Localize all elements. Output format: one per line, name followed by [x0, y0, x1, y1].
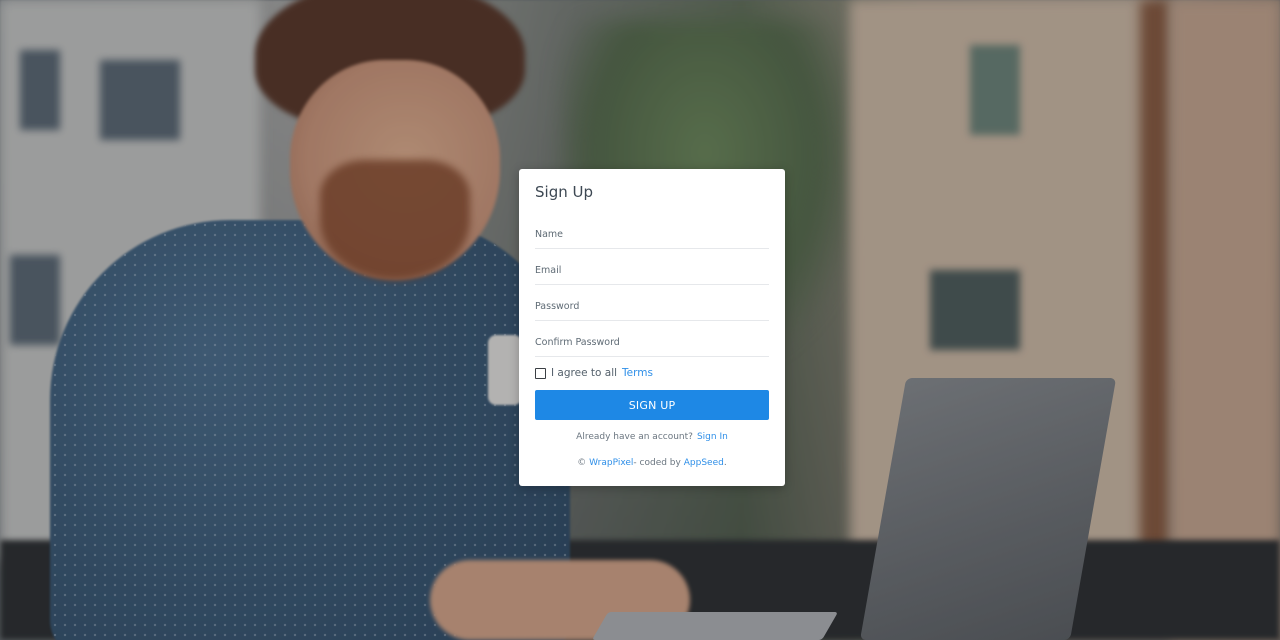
confirm-password-input[interactable] [535, 335, 769, 357]
terms-label: I agree to all [551, 367, 618, 379]
card-title: Sign Up [535, 183, 593, 201]
footer-credits: © WrapPixel- coded by AppSeed. [519, 458, 785, 468]
signin-link[interactable]: Sign In [697, 432, 728, 442]
footer-middle-text: - coded by [633, 458, 681, 468]
copyright-symbol: © [577, 458, 587, 468]
signup-card: Sign Up I agree to all Terms SIGN UP Alr… [519, 169, 785, 486]
terms-link[interactable]: Terms [622, 367, 653, 379]
email-input[interactable] [535, 263, 769, 285]
signup-button[interactable]: SIGN UP [535, 390, 769, 420]
name-input[interactable] [535, 227, 769, 249]
terms-checkbox[interactable] [535, 367, 546, 379]
signin-row: Already have an account? Sign In [519, 432, 785, 442]
page: Sign Up I agree to all Terms SIGN UP Alr… [0, 0, 1280, 640]
password-input[interactable] [535, 299, 769, 321]
appseed-link[interactable]: AppSeed [684, 458, 724, 468]
wrappixel-link[interactable]: WrapPixel [589, 458, 633, 468]
signin-prompt: Already have an account? [576, 432, 693, 442]
footer-end-text: . [723, 458, 727, 468]
terms-row: I agree to all Terms [535, 367, 653, 379]
